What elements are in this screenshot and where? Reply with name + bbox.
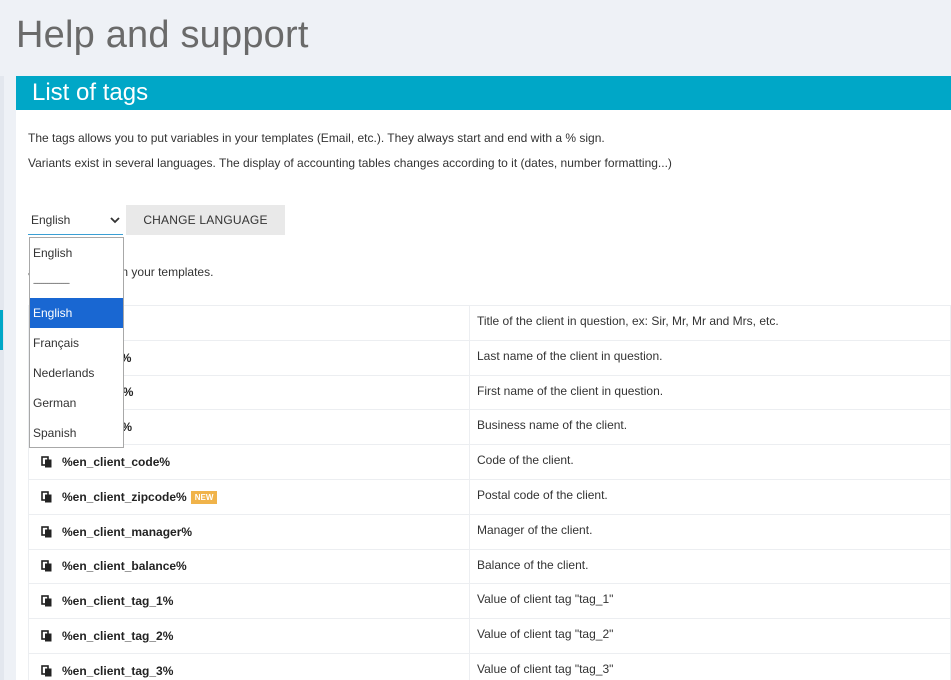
copy-icon[interactable] — [41, 456, 53, 468]
dropdown-separator: ------------------ — [33, 278, 70, 288]
dropdown-option-english[interactable]: English — [30, 298, 123, 328]
table-row: %en_client_tag_2% Value of client tag "ta… — [28, 618, 951, 654]
table-row: %en_client_balance% Balance of the client… — [28, 548, 951, 585]
left-accent — [0, 310, 3, 350]
dropdown-option-francais[interactable]: Français — [30, 328, 123, 358]
copy-icon[interactable] — [41, 595, 53, 607]
table-row: %en_client_code% Code of the client. — [28, 444, 951, 480]
table-row: %en_client_tag_1% Value of client tag "ta… — [28, 583, 951, 620]
table-row: %en_client_zipcode% NEW Postal code of the… — [28, 478, 951, 515]
tag-description: Value of client tag "tag_1" — [469, 583, 951, 620]
tag-description: Code of the client. — [469, 444, 951, 480]
tags-panel: List of tags The tags allows you to put … — [16, 76, 951, 680]
tag-cell: %en_client_balance% — [28, 548, 470, 585]
tag-name: %en_client_zipcode% — [62, 489, 187, 504]
intro-text-1: The tags allows you to put variables in … — [28, 131, 605, 145]
tag-name: %en_client_tag_2% — [62, 629, 174, 644]
table-row: _company%Business name of the client. — [28, 409, 951, 446]
table-row: %en_client_tag_3% Value of client tag "ta… — [28, 652, 951, 680]
copy-icon[interactable] — [41, 630, 53, 642]
tag-description: Manager of the client. — [469, 513, 951, 550]
copy-icon[interactable] — [41, 665, 53, 677]
tag-cell: %en_client_tag_3% — [28, 652, 470, 680]
language-select-value: English — [31, 213, 71, 227]
table-row: _lastname%Last name of the client in que… — [28, 339, 951, 376]
dropdown-option-english-top[interactable]: English — [30, 238, 123, 268]
tag-description: First name of the client in question. — [469, 374, 951, 411]
dropdown-option-german[interactable]: German — [30, 388, 123, 418]
tag-name: %en_client_manager% — [62, 524, 193, 539]
copy-icon[interactable] — [41, 560, 53, 572]
tag-description: Last name of the client in question. — [469, 339, 951, 376]
copy-icon[interactable] — [41, 525, 53, 538]
tag-cell: %en_client_code% — [28, 444, 470, 480]
language-select[interactable]: English — [28, 206, 123, 235]
dropdown-option-nederlands[interactable]: Nederlands — [30, 358, 123, 388]
copy-icon[interactable] — [41, 491, 53, 503]
tag-cell: %en_client_tag_2% — [28, 618, 470, 654]
tag-description: Value of client tag "tag_2" — [469, 618, 951, 654]
tag-name: %en_client_tag_3% — [62, 663, 174, 678]
intro-text-2: Variants exist in several languages. The… — [28, 156, 672, 170]
dropdown-option-spanish[interactable]: Spanish — [30, 418, 123, 448]
tag-description: Value of client tag "tag_3" — [469, 652, 951, 680]
table-row: _firstname%First name of the client in q… — [28, 374, 951, 411]
left-strip — [0, 76, 4, 680]
tag-description: Postal code of the client. — [469, 478, 951, 515]
tag-name: %en_client_code% — [62, 455, 171, 470]
tag-name: %en_client_balance% — [62, 559, 187, 574]
chevron-down-icon — [110, 217, 120, 224]
tag-cell: %en_client_manager% — [28, 513, 470, 550]
panel-header: List of tags — [16, 76, 951, 110]
tag-description: Balance of the client. — [469, 548, 951, 585]
tag-description: Title of the client in question, ex: Sir… — [469, 305, 951, 341]
change-language-button[interactable]: CHANGE LANGUAGE — [126, 205, 285, 235]
tag-name: %en_client_tag_1% — [62, 594, 174, 609]
new-badge: NEW — [190, 490, 218, 504]
tag-cell: %en_client_zipcode% NEW — [28, 478, 470, 515]
tags-table: _title%Title of the client in question, … — [28, 305, 951, 680]
page-title: Help and support — [16, 14, 309, 56]
table-row: %en_client_manager% Manager of the client… — [28, 513, 951, 550]
language-dropdown: English ------------------ English Franç… — [29, 237, 124, 448]
table-row: _title%Title of the client in question, … — [28, 305, 951, 341]
tag-description: Business name of the client. — [469, 409, 951, 446]
tag-cell: %en_client_tag_1% — [28, 583, 470, 620]
